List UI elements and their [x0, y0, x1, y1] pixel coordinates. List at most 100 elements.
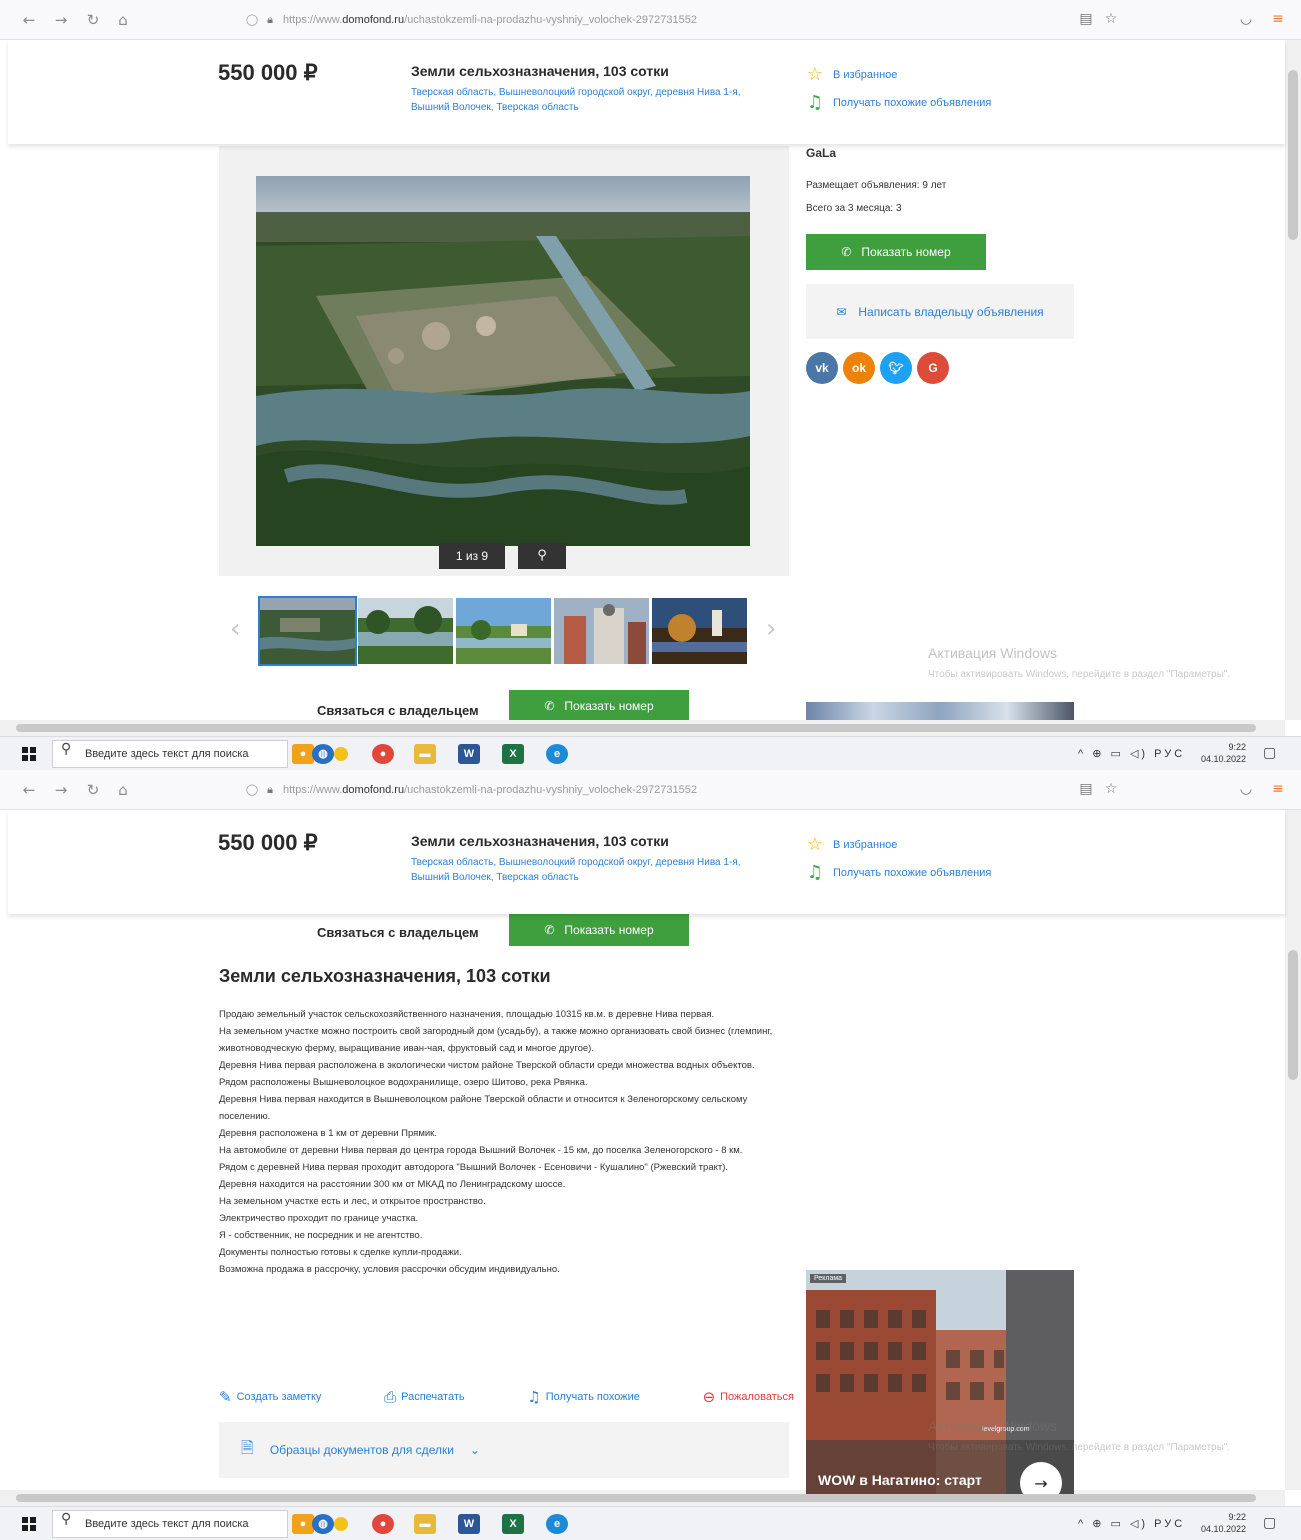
- reload-icon[interactable]: ↻: [82, 9, 104, 31]
- horizontal-scrollbar[interactable]: [0, 720, 1285, 736]
- add-to-favorites[interactable]: ☆ В избранное: [805, 64, 897, 85]
- forward-icon[interactable]: →: [50, 9, 72, 31]
- description-line: Деревня Нива первая расположена в эколог…: [219, 1060, 755, 1071]
- listing-address-link[interactable]: Тверская область, Вышневолоцкий городско…: [411, 85, 756, 115]
- pocket-icon[interactable]: ◡: [1236, 9, 1256, 29]
- word-icon[interactable]: W: [458, 744, 480, 764]
- taskbar-search[interactable]: ⚲ Введите здесь текст для поиска: [52, 1510, 288, 1538]
- edge-icon[interactable]: e: [546, 1514, 568, 1534]
- system-tray[interactable]: ^ ⊕ ▭ ◁) РУС: [1078, 1517, 1185, 1530]
- forward-icon[interactable]: →: [50, 779, 72, 801]
- description-line: Деревня расположена в 1 км от деревни Пр…: [219, 1128, 437, 1139]
- windows-start-icon[interactable]: [22, 747, 36, 761]
- similar-label: Получать похожие объявления: [833, 866, 992, 879]
- vk-icon[interactable]: vk: [806, 352, 838, 384]
- vertical-scrollbar[interactable]: [1285, 40, 1301, 720]
- description-line: Документы полностью готовы к сделке купл…: [219, 1247, 462, 1258]
- url-path: /uchastokzemli-na-prodazhu-vyshniy_voloc…: [404, 14, 697, 26]
- widgets-icon[interactable]: ●: [292, 1514, 314, 1534]
- get-similar-button[interactable]: ♫ Получать похожие: [527, 1388, 640, 1406]
- search-icon: ⚲: [61, 741, 72, 757]
- url-domain: domofond.ru: [342, 784, 405, 796]
- subscribe-similar[interactable]: ♫ Получать похожие объявления: [805, 92, 991, 113]
- thumbnail[interactable]: [652, 598, 747, 664]
- deal-documents-label: Образцы документов для сделки: [269, 1443, 454, 1457]
- deal-documents-dropdown[interactable]: 🗎︎ Образцы документов для сделки ⌄: [219, 1422, 789, 1478]
- create-note-button[interactable]: ✎ Создать заметку: [219, 1388, 321, 1406]
- reader-view-icon[interactable]: ▤: [1076, 779, 1096, 799]
- file-explorer-icon[interactable]: ▬: [414, 1514, 436, 1534]
- ad-banner[interactable]: Реклама levelgroup.com WOW в Нагатино: с…: [806, 1270, 1074, 1494]
- globe-icon[interactable]: ◍: [312, 1514, 334, 1534]
- weather-icon[interactable]: [334, 1517, 348, 1531]
- extensions-icon[interactable]: ≡: [1268, 779, 1288, 799]
- vertical-scrollbar[interactable]: [1285, 810, 1301, 1490]
- description-line: Деревня находится на расстоянии 300 км о…: [219, 1179, 566, 1190]
- listing-address-link[interactable]: Тверская область, Вышневолоцкий городско…: [411, 855, 756, 885]
- google-icon[interactable]: G: [917, 352, 949, 384]
- notifications-icon[interactable]: ▢: [1263, 745, 1276, 761]
- weather-icon[interactable]: [334, 747, 348, 761]
- back-icon[interactable]: ←: [18, 779, 40, 801]
- windows-taskbar: ⚲ Введите здесь текст для поиска ● ◍ ● ▬…: [0, 1506, 1301, 1540]
- description-text: Продаю земельный участок сельскохозяйств…: [219, 1006, 791, 1278]
- clock[interactable]: 9:22 04.10.2022: [1196, 1511, 1246, 1535]
- thumbnail[interactable]: [258, 596, 357, 666]
- zoom-icon[interactable]: ⚲: [518, 543, 566, 569]
- ad-banner-partial[interactable]: [806, 702, 1074, 720]
- odnoklassniki-icon[interactable]: ok: [843, 352, 875, 384]
- home-icon[interactable]: ⌂: [112, 9, 134, 31]
- reader-view-icon[interactable]: ▤: [1076, 9, 1096, 29]
- subscribe-similar[interactable]: ♫ Получать похожие объявления: [805, 862, 991, 883]
- home-icon[interactable]: ⌂: [112, 779, 134, 801]
- contact-owner-label: Связаться с владельцем: [317, 703, 479, 718]
- taskbar-search[interactable]: ⚲ Введите здесь текст для поиска: [52, 740, 288, 768]
- firefox-icon[interactable]: ●: [372, 1514, 394, 1534]
- twitter-icon[interactable]: 🐦︎: [880, 352, 912, 384]
- thumbnail[interactable]: [358, 598, 453, 664]
- contact-show-phone-button[interactable]: ✆ Показать номер: [509, 690, 689, 722]
- language-indicator[interactable]: РУС: [1154, 748, 1185, 760]
- windows-start-icon[interactable]: [22, 1517, 36, 1531]
- thumbs-next-icon[interactable]: ›: [766, 614, 776, 644]
- excel-icon[interactable]: X: [502, 1514, 524, 1534]
- reload-icon[interactable]: ↻: [82, 779, 104, 801]
- add-to-favorites[interactable]: ☆ В избранное: [805, 834, 897, 855]
- widgets-icon[interactable]: ●: [292, 744, 314, 764]
- windows-activation-text: Чтобы активировать Windows, перейдите в …: [928, 1442, 1231, 1453]
- firefox-icon[interactable]: ●: [372, 744, 394, 764]
- show-phone-button[interactable]: ✆ Показать номер: [806, 234, 986, 270]
- bookmark-star-icon[interactable]: ☆: [1101, 9, 1121, 29]
- pocket-icon[interactable]: ◡: [1236, 779, 1256, 799]
- bell-icon: ♫: [806, 862, 824, 883]
- thumbnail[interactable]: [554, 598, 649, 664]
- bookmark-star-icon[interactable]: ☆: [1101, 779, 1121, 799]
- main-photo[interactable]: [256, 176, 750, 546]
- write-owner-button[interactable]: ✉ Написать владельцу объявления: [806, 284, 1074, 339]
- word-icon[interactable]: W: [458, 1514, 480, 1534]
- screenshot-top: ← → ↻ ⌂ ◯ 🔒︎ https://www.domofond.ru/uchas…: [0, 0, 1301, 770]
- globe-icon[interactable]: ◍: [312, 744, 334, 764]
- print-button[interactable]: ⎙ Распечатать: [384, 1388, 464, 1406]
- contact-show-phone-button[interactable]: ✆ Показать номер: [509, 914, 689, 946]
- back-icon[interactable]: ←: [18, 9, 40, 31]
- notifications-icon[interactable]: ▢: [1263, 1515, 1276, 1531]
- photo-gallery: 1 из 9 ⚲: [219, 146, 789, 576]
- shield-icon: ◯: [245, 13, 259, 26]
- file-explorer-icon[interactable]: ▬: [414, 744, 436, 764]
- extensions-icon[interactable]: ≡: [1268, 9, 1288, 29]
- thumbs-prev-icon[interactable]: ‹: [230, 614, 240, 644]
- clock[interactable]: 9:22 04.10.2022: [1196, 741, 1246, 765]
- edge-icon[interactable]: e: [546, 744, 568, 764]
- language-indicator[interactable]: РУС: [1154, 1518, 1185, 1530]
- description-line: Возможна продажа в рассрочку, условия ра…: [219, 1264, 560, 1275]
- excel-icon[interactable]: X: [502, 744, 524, 764]
- thumbnail[interactable]: [456, 598, 551, 664]
- system-tray[interactable]: ^ ⊕ ▭ ◁) РУС: [1078, 747, 1185, 760]
- address-bar[interactable]: ◯ 🔒︎ https://www.domofond.ru/uchastokzemli…: [245, 7, 1125, 33]
- complain-button[interactable]: ⊖ Пожаловаться: [703, 1388, 794, 1406]
- taskbar-search-placeholder: Введите здесь текст для поиска: [85, 748, 249, 760]
- clock-date: 04.10.2022: [1200, 1524, 1246, 1534]
- horizontal-scrollbar[interactable]: [0, 1490, 1285, 1506]
- address-bar[interactable]: ◯ 🔒︎ https://www.domofond.ru/uchastokzemli…: [245, 777, 1125, 803]
